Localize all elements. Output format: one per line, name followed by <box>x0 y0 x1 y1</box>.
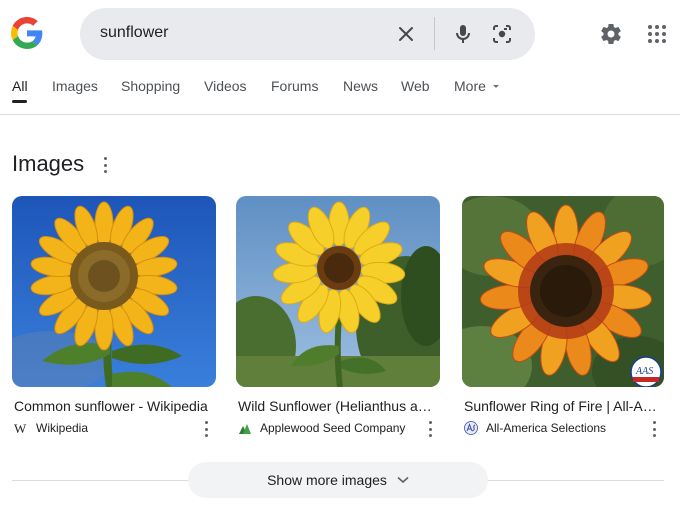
image-caption[interactable]: Sunflower Ring of Fire | All-A… <box>464 398 664 414</box>
image-result-card[interactable]: Common sunflower - Wikipedia W Wikipedia <box>12 196 216 437</box>
tab-shopping[interactable]: Shopping <box>121 78 180 94</box>
applewood-icon <box>238 421 252 435</box>
active-tab-indicator <box>12 100 27 103</box>
badge-text: AAS <box>635 366 653 377</box>
image-caption[interactable]: Wild Sunflower (Helianthus a… <box>238 398 438 414</box>
camera-search-icon[interactable] <box>490 22 514 46</box>
tab-all[interactable]: All <box>12 78 28 103</box>
image-result-card[interactable]: Wild Sunflower (Helianthus a… Applewood … <box>236 196 440 437</box>
result-more-options-icon[interactable] <box>203 421 209 437</box>
source-name: All-America Selections <box>486 421 607 435</box>
tab-more[interactable]: More <box>454 78 499 94</box>
result-more-options-icon[interactable] <box>651 421 657 437</box>
header-divider <box>0 114 680 115</box>
clear-icon[interactable] <box>394 22 418 46</box>
source-name: Applewood Seed Company <box>260 421 406 435</box>
image-source[interactable]: Applewood Seed Company <box>238 420 405 436</box>
show-more-images-button[interactable]: Show more images <box>188 462 488 498</box>
tab-forums[interactable]: Forums <box>271 78 318 94</box>
image-source[interactable]: W Wikipedia <box>14 420 88 436</box>
microphone-icon[interactable] <box>451 22 475 46</box>
aas-icon <box>464 421 478 435</box>
search-box[interactable]: sunflower <box>80 8 535 60</box>
chevron-down-icon <box>397 476 409 484</box>
svg-text:W: W <box>14 421 27 435</box>
image-result-card[interactable]: AAS Sunflower Ring of Fire | All-A… All-… <box>462 196 664 437</box>
caret-down-icon <box>492 84 499 88</box>
sunflower-thumbnail[interactable]: AAS <box>462 196 664 387</box>
image-source[interactable]: All-America Selections <box>464 420 606 436</box>
google-logo[interactable] <box>11 17 43 49</box>
gear-icon[interactable] <box>599 22 623 46</box>
sunflower-thumbnail[interactable] <box>12 196 216 387</box>
result-more-options-icon[interactable] <box>427 421 433 437</box>
show-more-label: Show more images <box>267 472 387 488</box>
section-title: Images <box>12 151 85 176</box>
sunflower-thumbnail[interactable] <box>236 196 440 387</box>
source-name: Wikipedia <box>36 421 89 435</box>
tab-news[interactable]: News <box>343 78 378 94</box>
search-input[interactable]: sunflower <box>100 24 168 42</box>
search-divider <box>434 17 435 50</box>
wikipedia-icon: W <box>14 421 28 435</box>
tab-videos[interactable]: Videos <box>204 78 247 94</box>
apps-grid-icon[interactable] <box>645 22 669 46</box>
section-more-options-icon[interactable] <box>102 157 108 173</box>
image-caption[interactable]: Common sunflower - Wikipedia <box>14 398 214 414</box>
tab-label: All <box>12 78 28 94</box>
tab-images[interactable]: Images <box>52 78 98 94</box>
tab-web[interactable]: Web <box>401 78 430 94</box>
tab-label: More <box>454 78 486 94</box>
